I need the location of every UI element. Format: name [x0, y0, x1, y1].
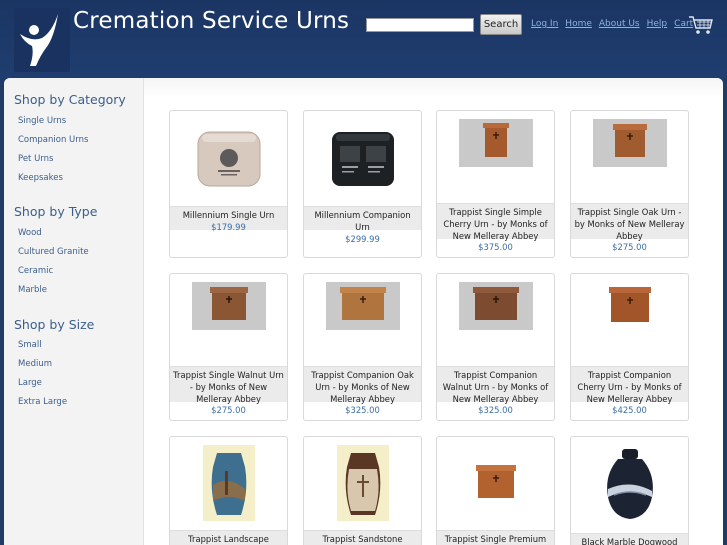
- product-price: $425.00: [612, 405, 647, 415]
- sidebar-item-ceramic[interactable]: Ceramic: [18, 266, 53, 276]
- product-card[interactable]: Black Marble Dogwood: [570, 436, 689, 545]
- product-name[interactable]: Trappist Companion Walnut Urn - by Monks…: [439, 370, 552, 405]
- product-card[interactable]: Trappist Landscape: [169, 436, 288, 545]
- product-name[interactable]: Black Marble Dogwood: [573, 537, 686, 545]
- product-image[interactable]: [437, 111, 554, 173]
- sidebar: Shop by Category Single Urns Companion U…: [4, 78, 144, 545]
- product-name[interactable]: Trappist Sandstone: [306, 534, 419, 545]
- heading-shop-by-size: Shop by Size: [14, 317, 95, 332]
- product-name[interactable]: Trappist Companion Oak Urn - by Monks of…: [306, 370, 419, 405]
- product-price: $275.00: [612, 242, 647, 252]
- sidebar-item-marble[interactable]: Marble: [18, 285, 47, 295]
- heading-shop-by-type: Shop by Type: [14, 204, 98, 219]
- sidebar-item-keepsakes[interactable]: Keepsakes: [18, 173, 63, 183]
- product-image[interactable]: [304, 274, 421, 336]
- content-panel: Shop by Category Single Urns Companion U…: [4, 78, 723, 545]
- product-image[interactable]: [571, 437, 688, 532]
- product-card[interactable]: Trappist Single Oak Urn - by Monks of Ne…: [570, 110, 689, 258]
- heading-shop-by-category: Shop by Category: [14, 92, 126, 107]
- product-card[interactable]: Millennium Companion Urn $299.99: [303, 110, 422, 258]
- product-image[interactable]: [304, 111, 421, 206]
- product-image[interactable]: [571, 111, 688, 173]
- product-image[interactable]: [437, 437, 554, 529]
- product-card[interactable]: Trappist Companion Walnut Urn - by Monks…: [436, 273, 555, 421]
- product-card[interactable]: Trappist Companion Cherry Urn - by Monks…: [570, 273, 689, 421]
- search-input[interactable]: [366, 18, 474, 32]
- logo[interactable]: [14, 8, 70, 72]
- top-nav: Log In Home About Us Help Cart: [531, 19, 700, 29]
- product-name[interactable]: Millennium Single Urn: [172, 210, 285, 222]
- nav-home-link[interactable]: Home: [565, 19, 592, 29]
- product-price: $325.00: [478, 405, 513, 415]
- product-name[interactable]: Trappist Single Premium: [439, 534, 552, 545]
- nav-about-link[interactable]: About Us: [599, 19, 640, 29]
- product-card[interactable]: Trappist Single Walnut Urn - by Monks of…: [169, 273, 288, 421]
- product-card[interactable]: Trappist Single Premium: [436, 436, 555, 545]
- site-title[interactable]: Cremation Service Urns: [73, 8, 349, 34]
- sidebar-item-pet-urns[interactable]: Pet Urns: [18, 154, 53, 164]
- product-card[interactable]: Trappist Sandstone: [303, 436, 422, 545]
- product-name[interactable]: Trappist Companion Cherry Urn - by Monks…: [573, 370, 686, 405]
- product-price: $299.99: [345, 234, 380, 244]
- sidebar-item-large[interactable]: Large: [18, 378, 42, 388]
- product-name[interactable]: Trappist Landscape: [172, 534, 285, 545]
- product-card[interactable]: Trappist Companion Oak Urn - by Monks of…: [303, 273, 422, 421]
- main-topbar: [144, 78, 723, 98]
- product-price: $275.00: [211, 405, 246, 415]
- sidebar-item-single-urns[interactable]: Single Urns: [18, 116, 66, 126]
- sidebar-item-small[interactable]: Small: [18, 340, 42, 350]
- sidebar-item-wood[interactable]: Wood: [18, 228, 42, 238]
- sidebar-item-medium[interactable]: Medium: [18, 359, 52, 369]
- product-price: $325.00: [345, 405, 380, 415]
- sidebar-item-extra-large[interactable]: Extra Large: [18, 397, 67, 407]
- product-image[interactable]: [170, 274, 287, 336]
- product-price: $375.00: [478, 242, 513, 252]
- product-image[interactable]: [170, 437, 287, 529]
- logo-figure-icon: [20, 14, 58, 66]
- product-name[interactable]: Trappist Single Simple Cherry Urn - by M…: [439, 207, 552, 242]
- nav-login-link[interactable]: Log In: [531, 19, 558, 29]
- product-price: $179.99: [211, 222, 246, 232]
- product-card[interactable]: Millennium Single Urn $179.99: [169, 110, 288, 258]
- sidebar-item-cultured-granite[interactable]: Cultured Granite: [18, 247, 89, 257]
- product-image[interactable]: [304, 437, 421, 529]
- product-name[interactable]: Trappist Single Walnut Urn - by Monks of…: [172, 370, 285, 405]
- shopping-cart-icon[interactable]: [688, 14, 714, 36]
- product-image[interactable]: [170, 111, 287, 206]
- product-image[interactable]: [437, 274, 554, 336]
- product-name[interactable]: Millennium Companion Urn: [306, 210, 419, 234]
- product-image[interactable]: [571, 274, 688, 336]
- product-name[interactable]: Trappist Single Oak Urn - by Monks of Ne…: [573, 207, 686, 242]
- sidebar-item-companion-urns[interactable]: Companion Urns: [18, 135, 88, 145]
- search-button[interactable]: Search: [480, 14, 522, 35]
- nav-help-link[interactable]: Help: [647, 19, 668, 29]
- site-header: Cremation Service Urns Search Log In Hom…: [0, 0, 727, 78]
- product-card[interactable]: Trappist Single Simple Cherry Urn - by M…: [436, 110, 555, 258]
